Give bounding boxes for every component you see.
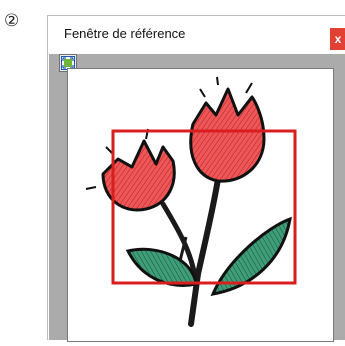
step-number: ②	[4, 11, 20, 30]
close-button[interactable]: x	[330, 28, 345, 50]
title-bar: Fenêtre de référence x	[48, 16, 345, 51]
reference-window: Fenêtre de référence x	[47, 15, 345, 342]
window-title: Fenêtre de référence	[64, 26, 186, 41]
reference-canvas[interactable]	[67, 68, 334, 342]
window-client-area	[49, 54, 345, 342]
embroidered-tulips-icon	[85, 76, 297, 327]
